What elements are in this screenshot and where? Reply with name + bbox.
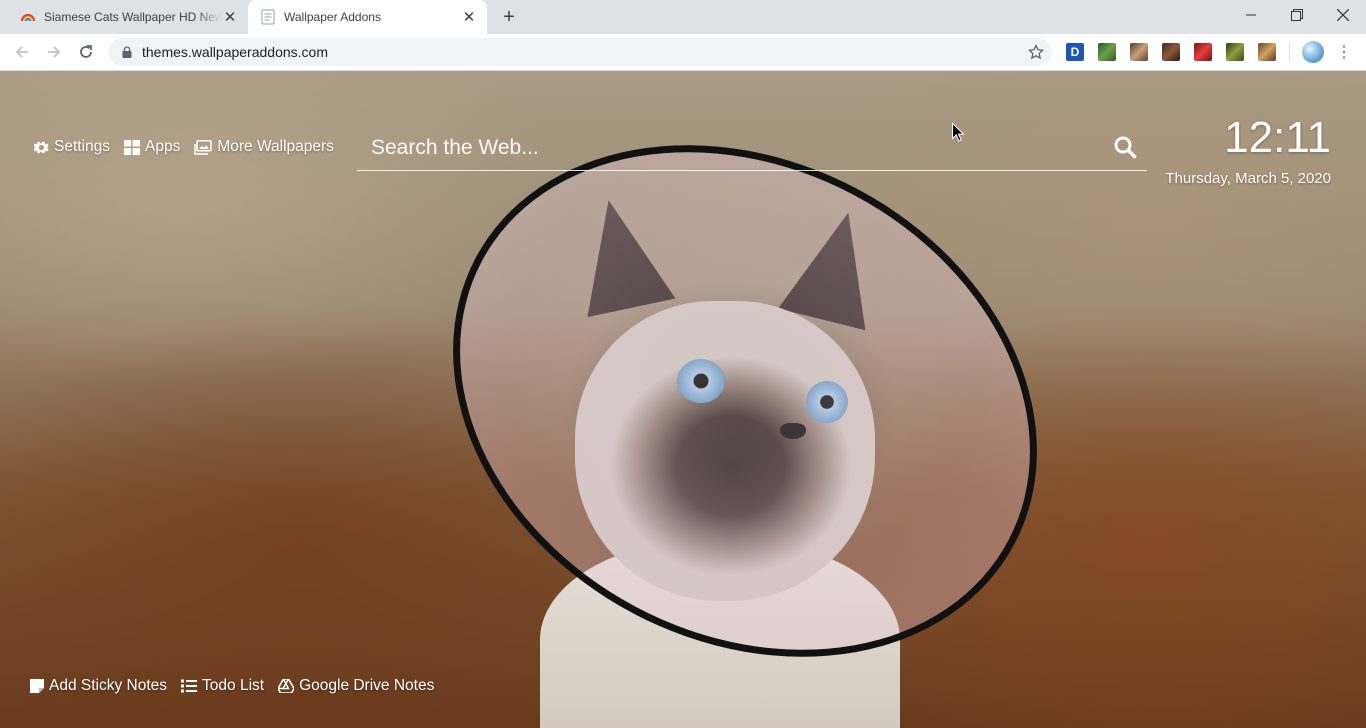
tab-title: Siamese Cats Wallpaper HD New	[44, 10, 222, 24]
tab-wallpaper-addons[interactable]: Wallpaper Addons ✕	[248, 0, 487, 34]
reload-icon[interactable]	[74, 40, 98, 64]
sticky-note-icon	[30, 679, 44, 693]
close-tab-icon[interactable]: ✕	[461, 9, 477, 26]
google-drive-notes-link[interactable]: Google Drive Notes	[278, 677, 434, 695]
close-tab-icon[interactable]: ✕	[222, 9, 238, 26]
more-wallpapers-link[interactable]: More Wallpapers	[194, 138, 334, 156]
url-text: themes.wallpaperaddons.com	[142, 44, 328, 60]
google-drive-icon	[278, 679, 295, 693]
grid-icon	[124, 139, 141, 155]
minimize-icon[interactable]	[1228, 0, 1274, 30]
extension-cat-icon[interactable]	[1130, 43, 1148, 61]
forward-arrow-icon[interactable]	[42, 40, 66, 64]
search-input[interactable]	[369, 132, 1093, 164]
rainbow-icon	[20, 9, 36, 25]
document-icon	[260, 9, 276, 25]
clock-time: 12:11	[1224, 113, 1331, 162]
tab-title: Wallpaper Addons	[284, 10, 381, 24]
more-menu-icon[interactable]: ⋮	[1336, 43, 1352, 61]
tab-strip: Siamese Cats Wallpaper HD New ✕ Wallpape…	[0, 0, 1366, 34]
address-bar[interactable]: themes.wallpaperaddons.com	[108, 38, 1052, 66]
extension-wallpaper-icon[interactable]	[1098, 43, 1116, 61]
clock-date: Thursday, March 5, 2020	[1165, 170, 1331, 187]
extension-red-icon[interactable]	[1194, 43, 1212, 61]
list-icon	[181, 679, 198, 693]
settings-link[interactable]: Settings	[34, 138, 110, 156]
web-search-box	[357, 124, 1147, 171]
browser-toolbar: themes.wallpaperaddons.com D ⋮	[0, 34, 1366, 71]
extension-tan-icon[interactable]	[1258, 43, 1276, 61]
plus-icon[interactable]: +	[498, 6, 520, 28]
top-links: Settings Apps More Wallpapers	[34, 138, 334, 156]
extension-dark-icon[interactable]	[1162, 43, 1180, 61]
images-icon	[194, 139, 213, 155]
profile-avatar-icon[interactable]	[1302, 41, 1324, 63]
gear-icon	[34, 141, 49, 153]
restore-icon[interactable]	[1274, 0, 1320, 30]
search-icon[interactable]	[1113, 135, 1137, 159]
toolbar-divider	[1289, 43, 1290, 61]
bottom-links: Add Sticky Notes Todo List Google Drive …	[30, 677, 434, 695]
star-bookmark-icon[interactable]	[1027, 43, 1045, 60]
todo-list-link[interactable]: Todo List	[181, 677, 264, 695]
close-icon[interactable]	[1320, 0, 1366, 30]
add-sticky-notes-link[interactable]: Add Sticky Notes	[30, 677, 167, 695]
tab-siamese-cats[interactable]: Siamese Cats Wallpaper HD New ✕	[8, 0, 248, 34]
lock-icon[interactable]	[120, 45, 134, 59]
back-arrow-icon[interactable]	[10, 40, 34, 64]
mouse-cursor-icon	[952, 122, 965, 147]
extension-green-icon[interactable]	[1226, 43, 1244, 61]
extension-d-icon[interactable]: D	[1066, 43, 1084, 61]
apps-link[interactable]: Apps	[124, 138, 180, 156]
